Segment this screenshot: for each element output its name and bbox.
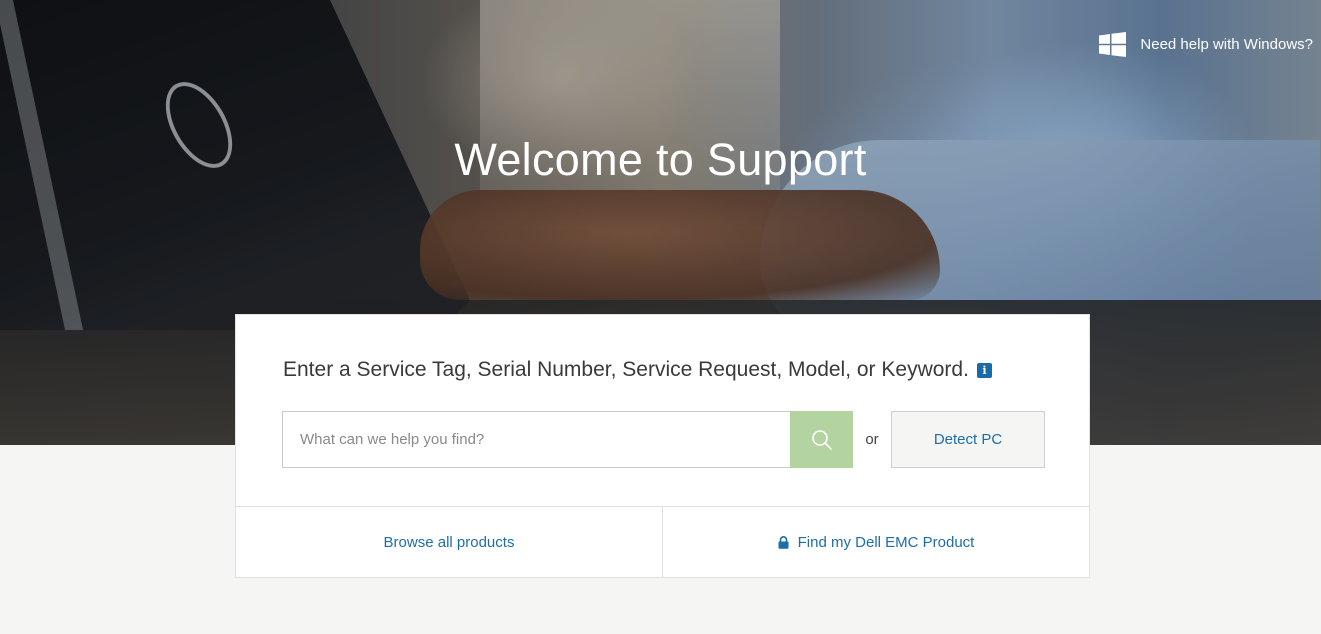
lock-icon — [778, 535, 789, 549]
search-card-heading-text: Enter a Service Tag, Serial Number, Serv… — [283, 358, 969, 381]
search-button[interactable] — [790, 411, 853, 468]
browse-all-products-link[interactable]: Browse all products — [236, 507, 662, 577]
search-icon — [811, 429, 832, 450]
windows-help-link[interactable]: Need help with Windows? — [1099, 32, 1313, 57]
find-dell-emc-product-link[interactable]: Find my Dell EMC Product — [662, 507, 1089, 577]
browse-all-products-label: Browse all products — [383, 533, 515, 551]
find-dell-emc-product-label: Find my Dell EMC Product — [797, 533, 975, 551]
windows-help-label: Need help with Windows? — [1140, 36, 1313, 53]
windows-logo-icon — [1099, 32, 1127, 57]
search-row: or Detect PC — [282, 411, 1045, 468]
support-page: Need help with Windows? Welcome to Suppo… — [0, 0, 1321, 634]
search-card-footer: Browse all products Find my Dell EMC Pro… — [236, 506, 1089, 577]
info-icon[interactable]: i — [976, 362, 992, 378]
search-card-heading: Enter a Service Tag, Serial Number, Serv… — [283, 358, 992, 382]
search-card: Enter a Service Tag, Serial Number, Serv… — [235, 314, 1090, 578]
page-title: Welcome to Support — [454, 134, 867, 185]
or-separator: or — [865, 431, 879, 448]
search-input[interactable] — [282, 411, 790, 468]
detect-pc-button[interactable]: Detect PC — [891, 411, 1045, 468]
